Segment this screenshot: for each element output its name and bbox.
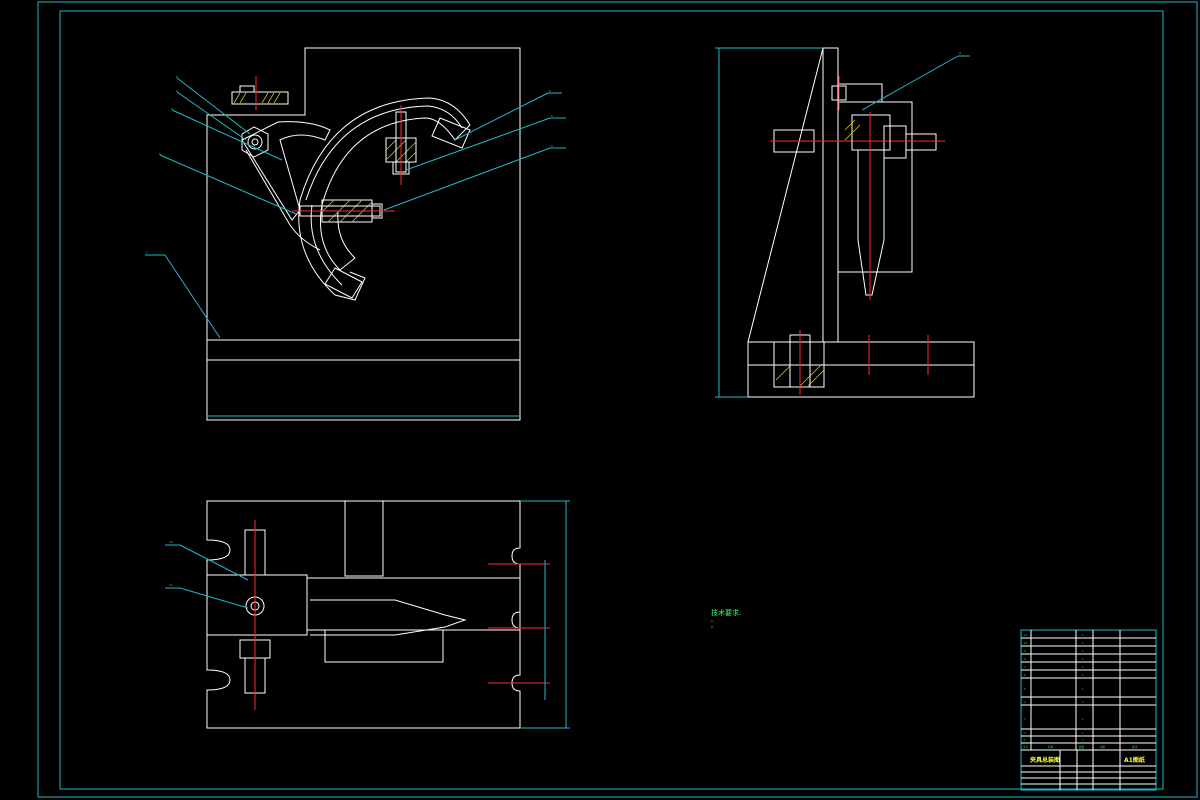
- parts-row-no: 10: [1024, 641, 1028, 645]
- parts-row-qty: 1: [1082, 649, 1084, 653]
- balloon-front: 6: [159, 152, 161, 156]
- parts-row-no: 8: [1024, 657, 1026, 661]
- tech-requirements: 技术要求: 1. 2.: [711, 608, 741, 629]
- balloon-front: 1: [146, 250, 148, 254]
- balloon-top: 10: [169, 540, 173, 544]
- side-view: [715, 47, 975, 398]
- balloon-labels: 8 4 3 6 9 5 2 1 8 10 11: [146, 51, 961, 587]
- parts-row-no: 11: [1024, 633, 1028, 637]
- balloon-front: 4: [176, 89, 178, 93]
- balloon-front: 8: [176, 75, 178, 79]
- title-block: 夹具总装图 A1图纸 序号 名称 数量 材料 备注 11 110 19 18 17 16 1…: [1020, 629, 1157, 791]
- parts-row-no: 4: [1024, 700, 1026, 704]
- parts-row-qty: 1: [1082, 633, 1084, 637]
- cad-drawing-sheet: 技术要求: 1. 2. 夹具总装图 A1图纸 序号 名称 数量 材料 备注 11…: [37, 1, 1198, 798]
- tech-req-line-1: 1.: [711, 619, 714, 623]
- header-note: 备注: [1132, 745, 1138, 749]
- parts-row-no: 5: [1024, 687, 1026, 691]
- parts-row-qty: 1: [1082, 731, 1084, 735]
- balloon-side: 8: [959, 51, 961, 55]
- parts-row-qty: 1: [1082, 687, 1084, 691]
- balloon-front: 3: [171, 107, 173, 111]
- balloon-front: 5: [551, 114, 553, 118]
- header-qty: 数量: [1079, 745, 1085, 749]
- parts-row-no: 1: [1024, 738, 1026, 742]
- parts-row-qty: 2: [1082, 700, 1084, 704]
- header-no: 序号: [1023, 745, 1029, 749]
- parts-row-no: 2: [1024, 731, 1026, 735]
- top-view: [165, 500, 570, 729]
- front-view: [145, 47, 566, 421]
- parts-row-no: 3: [1024, 717, 1026, 721]
- tech-req-title: 技术要求:: [711, 608, 741, 617]
- balloon-front: 9: [549, 89, 551, 93]
- tech-req-line-2: 2.: [711, 625, 714, 629]
- parts-row-no: 9: [1024, 649, 1026, 653]
- sheet-format: A1图纸: [1124, 756, 1145, 764]
- header-name: 名称: [1048, 745, 1054, 749]
- parts-row-qty: 1: [1082, 717, 1084, 721]
- parts-row-qty: 1: [1082, 673, 1084, 677]
- parts-row-no: 6: [1024, 673, 1026, 677]
- parts-list-rows: 11 110 19 18 17 16 15 14 23 12 11 1: [1024, 633, 1084, 742]
- parts-row-no: 7: [1024, 665, 1026, 669]
- header-material: 材料: [1100, 745, 1106, 749]
- drawing-title: 夹具总装图: [1030, 756, 1060, 764]
- balloon-top: 11: [169, 583, 173, 587]
- parts-row-qty: 1: [1082, 665, 1084, 669]
- parts-row-qty: 1: [1082, 657, 1084, 661]
- parts-row-qty: 1: [1082, 738, 1084, 742]
- parts-row-qty: 1: [1082, 641, 1084, 645]
- balloon-front: 2: [551, 144, 553, 148]
